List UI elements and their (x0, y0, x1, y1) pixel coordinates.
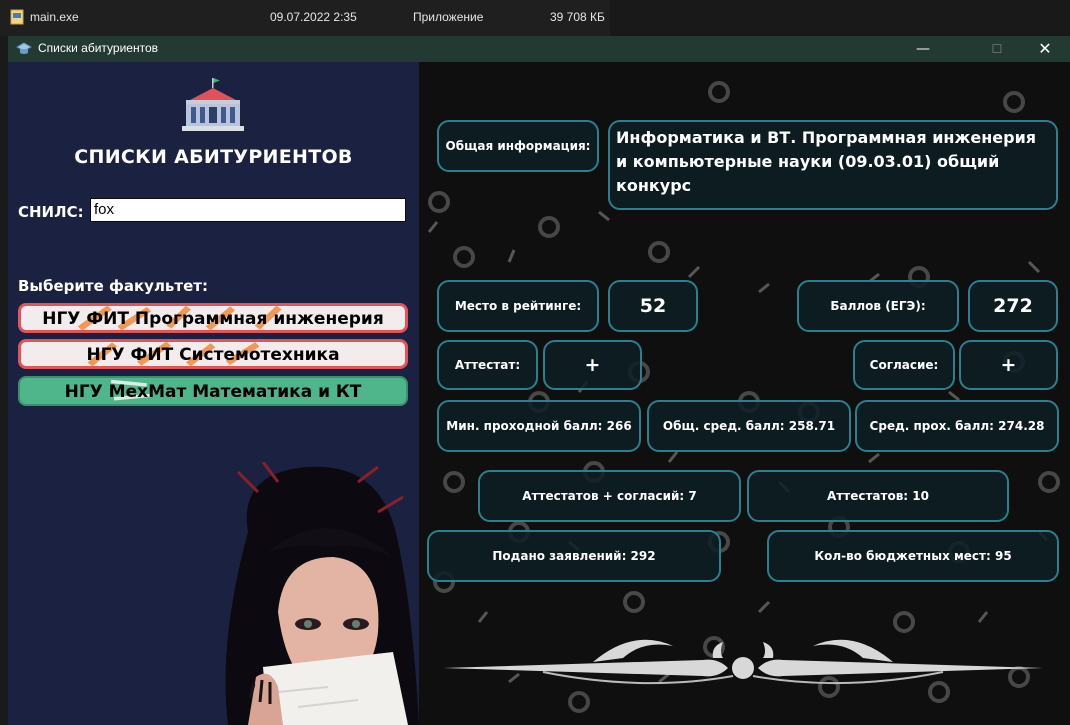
general-info-label: Общая информация: (437, 120, 599, 172)
snils-input[interactable]: fox (90, 198, 406, 222)
explorer-file-type: Приложение (413, 10, 484, 24)
exe-file-icon (10, 9, 24, 25)
minimize-button[interactable]: — (900, 36, 946, 62)
attestat-value: + (543, 340, 642, 390)
faculty-prompt: Выберите факультет: (18, 277, 208, 295)
exam-score-value: 272 (968, 280, 1058, 332)
maximize-button[interactable]: ☐ (974, 36, 1020, 62)
attestats-count: Аттестатов: 10 (747, 470, 1009, 522)
snils-label: СНИЛС: (18, 203, 84, 221)
ornament-divider (443, 639, 1043, 685)
explorer-file-name: main.exe (30, 10, 79, 24)
consent-value: + (959, 340, 1058, 390)
faculty-button-mehmat[interactable]: НГУ МехМат Математика и КТ (18, 376, 408, 406)
left-panel: СПИСКИ АБИТУРИЕНТОВ СНИЛС: fox Выберите … (8, 62, 419, 725)
app-heading: СПИСКИ АБИТУРИЕНТОВ (74, 146, 353, 168)
faculty-button-fit-st[interactable]: НГУ ФИТ Системотехника (18, 339, 408, 369)
faculty-button-label: НГУ ФИТ Системотехника (86, 345, 340, 365)
graduation-cap-icon (16, 42, 32, 54)
min-pass-score: Мин. проходной балл: 266 (437, 400, 641, 452)
applications-count: Подано заявлений: 292 (427, 530, 721, 582)
exam-score-label: Баллов (ЕГЭ): (797, 280, 959, 332)
title-bar[interactable]: Списки абитуриентов — ☐ ✕ (8, 36, 1070, 62)
rank-value: 52 (608, 280, 698, 332)
attestats-plus-consents: Аттестатов + согласий: 7 (478, 470, 741, 522)
right-panel: Общая информация: Информатика и ВТ. Прог… (419, 62, 1070, 725)
attestat-label: Аттестат: (437, 340, 538, 390)
faculty-button-label: НГУ МехМат Математика и КТ (64, 382, 362, 402)
explorer-file-row[interactable]: main.exe 09.07.2022 2:35 Приложение 39 7… (0, 0, 1070, 36)
window-title: Списки абитуриентов (38, 41, 158, 55)
budget-places-count: Кол-во бюджетных мест: 95 (767, 530, 1059, 582)
close-button[interactable]: ✕ (1022, 36, 1068, 62)
average-pass-score: Сред. прох. балл: 274.28 (855, 400, 1059, 452)
average-total-score: Общ. сред. балл: 258.71 (647, 400, 851, 452)
rank-label: Место в рейтинге: (437, 280, 599, 332)
explorer-file-size: 39 708 КБ (550, 10, 605, 24)
app-window: Списки абитуриентов — ☐ ✕ СПИСКИ АБИТУРИ… (8, 36, 1070, 725)
university-building-icon (182, 78, 244, 131)
faculty-button-label: НГУ ФИТ Программная инженерия (42, 309, 384, 329)
general-info-value: Информатика и ВТ. Программная инженерия … (608, 120, 1058, 210)
character-illustration (225, 462, 419, 725)
explorer-file-date: 09.07.2022 2:35 (270, 10, 357, 24)
consent-label: Согласие: (853, 340, 955, 390)
faculty-button-fit-pi[interactable]: НГУ ФИТ Программная инженерия (18, 303, 408, 333)
